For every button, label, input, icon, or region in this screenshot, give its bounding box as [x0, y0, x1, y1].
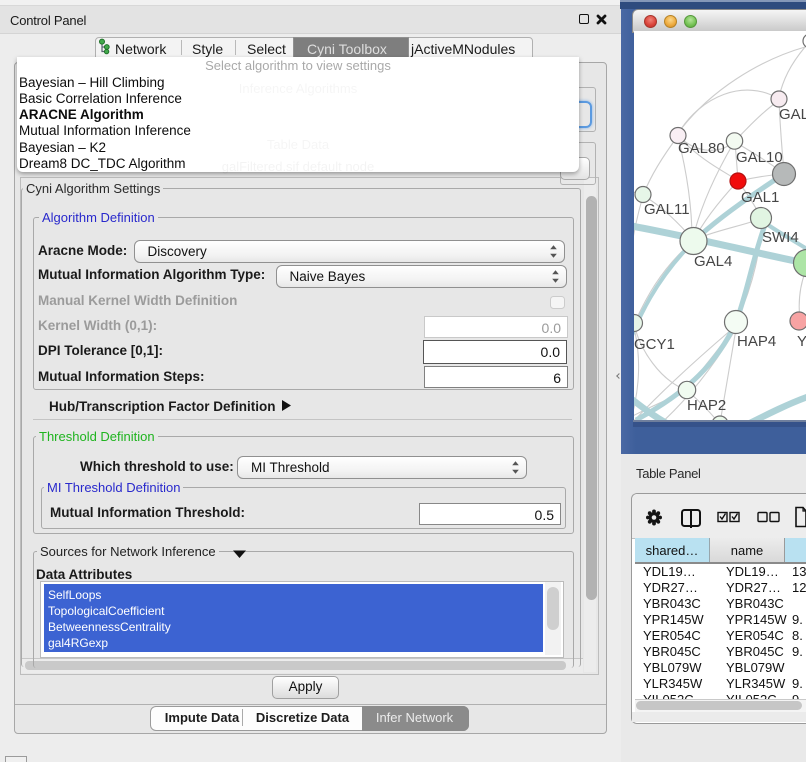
svg-text:YD: YD	[797, 333, 806, 350]
svg-text:HAP2: HAP2	[687, 397, 726, 414]
svg-text:SWI4: SWI4	[762, 229, 799, 246]
svg-text:HAP4: HAP4	[737, 333, 776, 350]
svg-text:GCY1: GCY1	[634, 336, 675, 353]
svg-text:GAL1: GAL1	[741, 189, 779, 206]
svg-text:GAL11: GAL11	[644, 201, 690, 218]
svg-text:GAL4: GAL4	[694, 253, 732, 270]
svg-text:GAL10: GAL10	[736, 149, 783, 166]
svg-text:GAL7: GAL7	[779, 106, 806, 123]
svg-text:GAL80: GAL80	[678, 140, 725, 157]
